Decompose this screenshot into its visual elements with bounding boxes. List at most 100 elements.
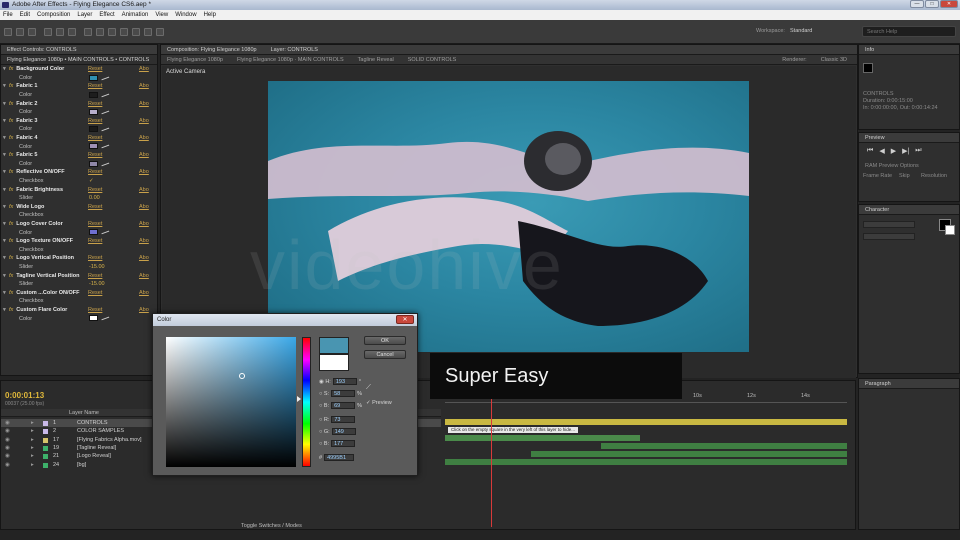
hue-slider[interactable] (302, 337, 311, 467)
fx-toggle[interactable]: fx (9, 307, 13, 313)
layer-name[interactable]: COLOR SAMPLES (77, 427, 124, 435)
about-link[interactable]: Abo (139, 255, 149, 261)
first-frame-icon[interactable]: ⏮ (867, 147, 873, 155)
layer-name[interactable]: CONTROLS (77, 419, 108, 427)
expand-triangle-icon[interactable]: ▸ (31, 419, 34, 427)
label-color-icon[interactable] (43, 429, 48, 435)
fx-toggle[interactable]: fx (9, 83, 13, 89)
effect-row[interactable]: ▾ fx Logo Texture ON/OFF Reset Abo (1, 237, 157, 246)
reset-link[interactable]: Reset (88, 66, 102, 72)
layer-name[interactable]: [Tagline Reveal] (77, 444, 116, 452)
effect-row[interactable]: ▾ fx Tagline Vertical Position Reset Abo (1, 271, 157, 280)
layer-name[interactable]: [Flying Fabrics Alpha.mov] (77, 436, 142, 444)
expand-triangle-icon[interactable]: ▸ (31, 436, 34, 444)
about-link[interactable]: Abo (139, 204, 149, 210)
reset-link[interactable]: Reset (88, 307, 102, 313)
menu-file[interactable]: File (3, 10, 13, 20)
breadcrumb-item[interactable]: SOLID CONTROLS (408, 55, 457, 64)
label-color-icon[interactable] (43, 445, 48, 451)
search-help-input[interactable]: Search Help (862, 26, 956, 37)
paragraph-tab[interactable]: Paragraph (859, 379, 959, 389)
about-link[interactable]: Abo (139, 135, 149, 141)
pen-tool-icon[interactable] (96, 28, 104, 36)
layer-bar-bg[interactable] (445, 459, 847, 465)
reset-link[interactable]: Reset (88, 221, 102, 227)
puppet-tool-icon[interactable] (156, 28, 164, 36)
clone-stamp-tool-icon[interactable] (132, 28, 140, 36)
last-frame-icon[interactable]: ⏭ (915, 147, 921, 155)
color-swatch[interactable] (89, 108, 98, 115)
eyedropper-icon[interactable]: ⟋ (366, 384, 371, 392)
reset-link[interactable]: Reset (88, 204, 102, 210)
visibility-eye-icon[interactable]: ◉ (5, 461, 10, 469)
eyedropper-icon[interactable] (100, 91, 110, 98)
about-link[interactable]: Abo (139, 290, 149, 296)
text-tool-icon[interactable] (108, 28, 116, 36)
about-link[interactable]: Abo (139, 152, 149, 158)
rotate-tool-icon[interactable] (44, 28, 52, 36)
visibility-eye-icon[interactable]: ◉ (5, 419, 10, 427)
dialog-close-button[interactable]: ✕ (396, 315, 414, 324)
eyedropper-icon[interactable] (100, 108, 110, 115)
layer-name[interactable]: [Logo Reveal] (77, 452, 111, 460)
effect-row[interactable]: ▾ fx Reflective ON/OFF Reset Abo (1, 168, 157, 177)
ok-button[interactable]: OK (364, 336, 406, 345)
effect-row[interactable]: ▾ fx Fabric 4 Reset Abo (1, 134, 157, 143)
property-value[interactable]: -15.00 (89, 281, 105, 287)
eyedropper-icon[interactable] (100, 229, 110, 235)
color-swatch[interactable] (89, 143, 98, 150)
color-swatch[interactable] (89, 160, 98, 167)
visibility-eye-icon[interactable]: ◉ (5, 427, 10, 435)
tab-composition[interactable]: Composition: Flying Elegance 1080p (167, 45, 257, 54)
h-input[interactable]: 193 (332, 378, 357, 385)
visibility-eye-icon[interactable]: ◉ (5, 444, 10, 452)
cancel-button[interactable]: Cancel (364, 350, 406, 359)
about-link[interactable]: Abo (139, 169, 149, 175)
saturation-brightness-field[interactable] (166, 337, 296, 467)
about-link[interactable]: Abo (139, 118, 149, 124)
menu-layer[interactable]: Layer (77, 10, 92, 20)
about-link[interactable]: Abo (139, 238, 149, 244)
color-swatch[interactable] (89, 315, 98, 322)
hue-slider-arrow[interactable] (297, 396, 301, 402)
stroke-color-swatch[interactable] (945, 225, 955, 235)
composition-frame[interactable] (268, 81, 749, 352)
close-window-button[interactable]: ✕ (940, 0, 958, 8)
effect-row[interactable]: ▾ fx Background Color Reset Abo (1, 65, 157, 74)
layer-name-header[interactable]: Layer Name (69, 409, 99, 417)
layer-bar-logo[interactable] (531, 451, 847, 457)
current-timecode[interactable]: 0:00:01:13 (5, 391, 44, 400)
layer-bar-controls[interactable] (445, 419, 847, 425)
rectangle-tool-icon[interactable] (84, 28, 92, 36)
renderer-value[interactable]: Classic 3D (821, 55, 847, 64)
toggle-switches-modes[interactable]: Toggle Switches / Modes (241, 523, 302, 529)
reset-link[interactable]: Reset (88, 255, 102, 261)
zoom-tool-icon[interactable] (28, 28, 36, 36)
reset-link[interactable]: Reset (88, 169, 102, 175)
reset-link[interactable]: Reset (88, 187, 102, 193)
color-swatch[interactable] (89, 74, 98, 81)
eyedropper-icon[interactable] (100, 314, 110, 321)
tab-layer[interactable]: Layer: CONTROLS (271, 45, 318, 54)
hex-input[interactable]: 4995B1 (324, 454, 355, 461)
brush-tool-icon[interactable] (120, 28, 128, 36)
property-value[interactable]: ✓ (89, 178, 94, 184)
about-link[interactable]: Abo (139, 66, 149, 72)
effect-row[interactable]: ▾ fx Fabric Brightness Reset Abo (1, 185, 157, 194)
hand-tool-icon[interactable] (16, 28, 24, 36)
effect-row[interactable]: ▾ fx Fabric 2 Reset Abo (1, 99, 157, 108)
reset-link[interactable]: Reset (88, 152, 102, 158)
breadcrumb-item[interactable]: Tagline Reveal (358, 55, 394, 64)
visibility-eye-icon[interactable]: ◉ (5, 436, 10, 444)
color-picker-cursor[interactable] (239, 373, 245, 379)
property-value[interactable]: 0.00 (89, 195, 100, 201)
fx-toggle[interactable]: fx (9, 135, 13, 141)
effect-row[interactable]: ▾ fx Fabric 1 Reset Abo (1, 82, 157, 91)
reset-link[interactable]: Reset (88, 118, 102, 124)
preview-tab[interactable]: Preview (859, 133, 959, 143)
selection-tool-icon[interactable] (4, 28, 12, 36)
visibility-eye-icon[interactable]: ◉ (5, 452, 10, 460)
camera-tool-icon[interactable] (56, 28, 64, 36)
info-tab[interactable]: Info (859, 45, 959, 55)
eraser-tool-icon[interactable] (144, 28, 152, 36)
